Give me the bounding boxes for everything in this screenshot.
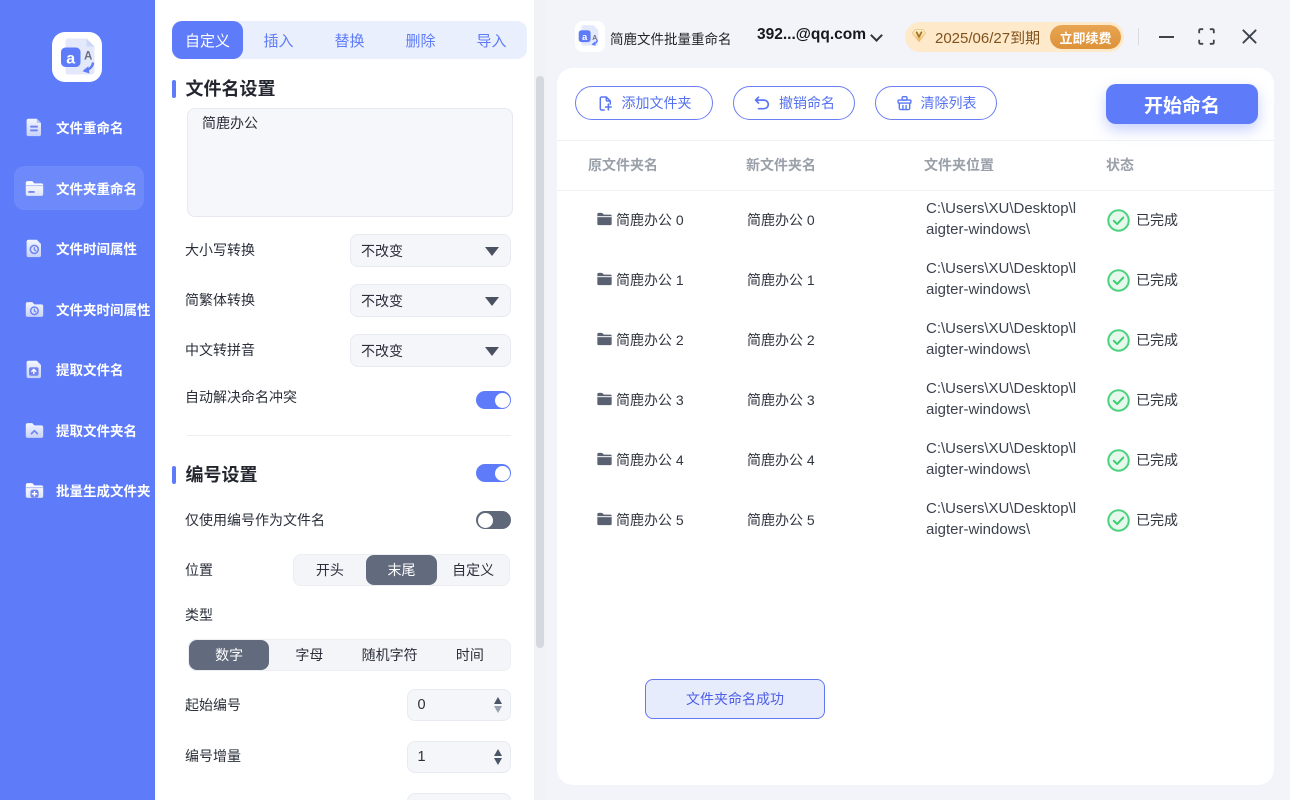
svg-text:a: a	[582, 32, 588, 43]
svg-text:A: A	[84, 51, 92, 63]
svg-text:a: a	[66, 51, 75, 68]
